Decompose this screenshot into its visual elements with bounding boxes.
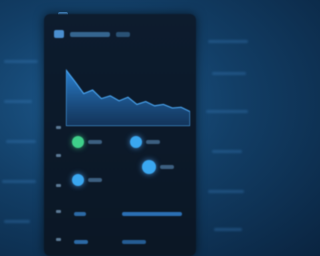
status-tile[interactable]	[72, 136, 102, 148]
chart-area	[66, 68, 190, 126]
row-item[interactable]	[122, 212, 182, 216]
status-dot-icon	[72, 136, 84, 148]
status-dot-icon	[142, 160, 156, 174]
status-tile[interactable]	[72, 174, 102, 186]
panel-header	[54, 30, 130, 38]
activity-chart	[66, 68, 190, 126]
status-label	[88, 140, 102, 144]
status-dot-icon	[130, 136, 142, 148]
row-marker	[56, 126, 61, 129]
status-label	[160, 165, 174, 169]
panel-subtitle	[116, 31, 130, 37]
status-tile[interactable]	[130, 136, 160, 148]
dashboard-panel	[44, 14, 196, 256]
row-marker	[56, 184, 61, 187]
status-label	[146, 140, 160, 144]
row-marker	[56, 210, 61, 213]
row-marker	[56, 154, 61, 157]
row-item[interactable]	[74, 212, 86, 216]
panel-title	[70, 31, 110, 37]
row-item[interactable]	[122, 240, 146, 244]
status-label	[88, 178, 102, 182]
row-marker	[56, 238, 61, 241]
status-tile[interactable]	[142, 160, 174, 174]
row-item[interactable]	[74, 240, 88, 244]
status-dot-icon	[72, 174, 84, 186]
folder-icon[interactable]	[54, 30, 64, 38]
